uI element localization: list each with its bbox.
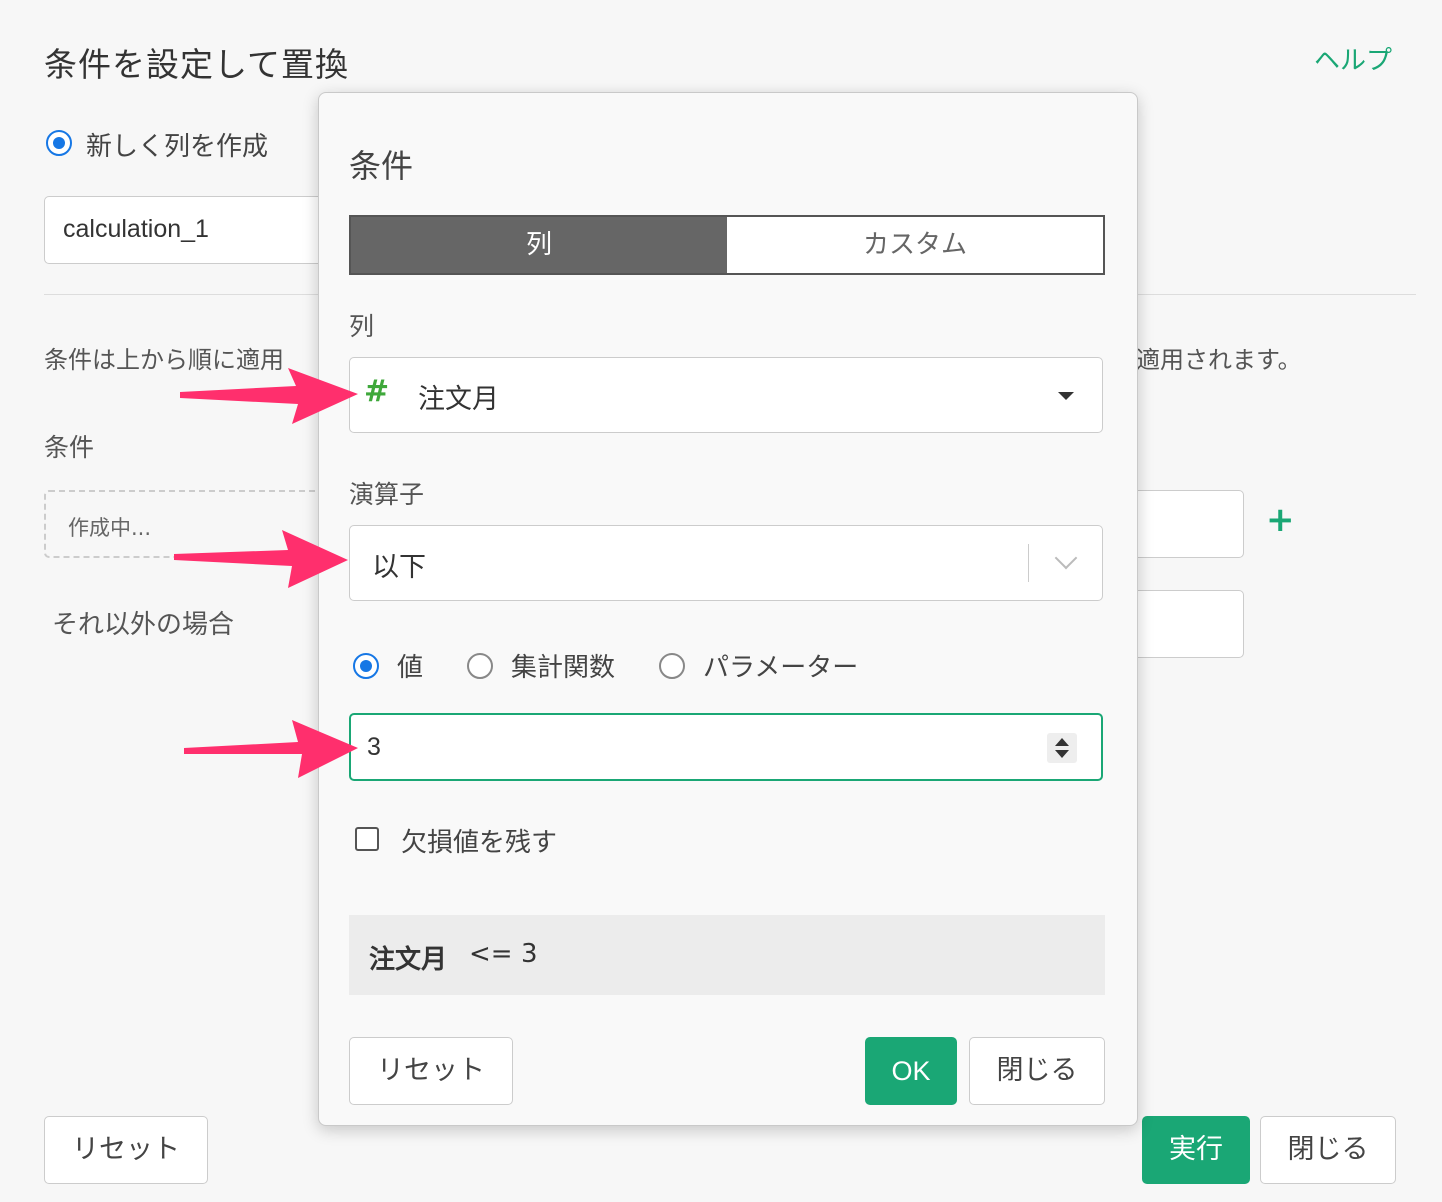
aggregate-radio[interactable]: [467, 652, 494, 679]
preview-operator: <=: [469, 939, 513, 969]
spin-down-icon[interactable]: [1055, 750, 1069, 758]
value-radio-label: 値: [397, 653, 424, 683]
condition-popover: 条件 列 カスタム 列 # 注文月 演算子 以下 値 集計関数 パラメーター 3…: [318, 92, 1138, 1126]
keep-na-checkbox[interactable]: [355, 827, 379, 851]
operator-label: 演算子: [349, 480, 425, 509]
new-column-radio[interactable]: [46, 130, 72, 156]
chevron-down-icon: [1054, 546, 1078, 570]
else-value-input[interactable]: [1120, 590, 1244, 658]
help-link[interactable]: ヘルプ: [1314, 40, 1392, 77]
preview-value: 3: [521, 939, 538, 969]
value-input-text: 3: [367, 733, 381, 761]
operator-select-value: 以下: [372, 552, 426, 583]
popover-close-button[interactable]: 閉じる: [969, 1037, 1105, 1105]
condition-preview: 注文月 <= 3: [349, 915, 1105, 995]
else-label: それ以外の場合: [52, 610, 235, 640]
close-button[interactable]: 閉じる: [1260, 1116, 1396, 1184]
parameter-radio-label: パラメーター: [703, 653, 859, 683]
column-name-input[interactable]: calculation_1: [44, 196, 344, 264]
annotation-arrow-column-icon: [180, 368, 358, 424]
new-column-label: 新しく列を作成: [86, 132, 269, 162]
reset-button[interactable]: リセット: [44, 1116, 208, 1184]
value-input[interactable]: 3: [349, 713, 1103, 781]
spin-up-icon[interactable]: [1055, 738, 1069, 746]
preview-column: 注文月: [369, 945, 448, 975]
page-title: 条件を設定して置換: [44, 45, 350, 84]
popover-title: 条件: [349, 147, 414, 185]
caret-down-icon: [1058, 392, 1074, 400]
ok-button[interactable]: OK: [865, 1037, 957, 1105]
aggregate-radio-label: 集計関数: [511, 653, 616, 683]
number-spinner[interactable]: [1047, 733, 1077, 763]
operator-select[interactable]: 以下: [349, 525, 1103, 601]
numeric-type-icon: #: [364, 374, 390, 409]
popover-reset-button[interactable]: リセット: [349, 1037, 513, 1105]
replace-value-input[interactable]: [1120, 490, 1244, 558]
value-type-group: 値 集計関数 パラメーター: [353, 647, 902, 684]
value-radio[interactable]: [353, 652, 379, 679]
select-separator: [1028, 544, 1029, 582]
column-select-value: 注文月: [418, 384, 499, 415]
keep-na-label: 欠損値を残す: [401, 828, 558, 858]
annotation-arrow-operator-icon: [174, 530, 348, 588]
conditions-note-tail: 適用されます。: [1136, 346, 1302, 374]
column-select[interactable]: # 注文月: [349, 357, 1103, 433]
tab-column[interactable]: 列: [351, 217, 727, 273]
annotation-arrow-value-icon: [184, 720, 358, 778]
conditions-label: 条件: [44, 433, 95, 462]
tab-custom[interactable]: カスタム: [727, 217, 1103, 273]
add-condition-icon[interactable]: +: [1266, 500, 1295, 540]
column-label: 列: [349, 312, 375, 341]
parameter-radio[interactable]: [659, 652, 686, 679]
run-button[interactable]: 実行: [1142, 1116, 1250, 1184]
condition-type-tabs: 列 カスタム: [349, 215, 1105, 275]
